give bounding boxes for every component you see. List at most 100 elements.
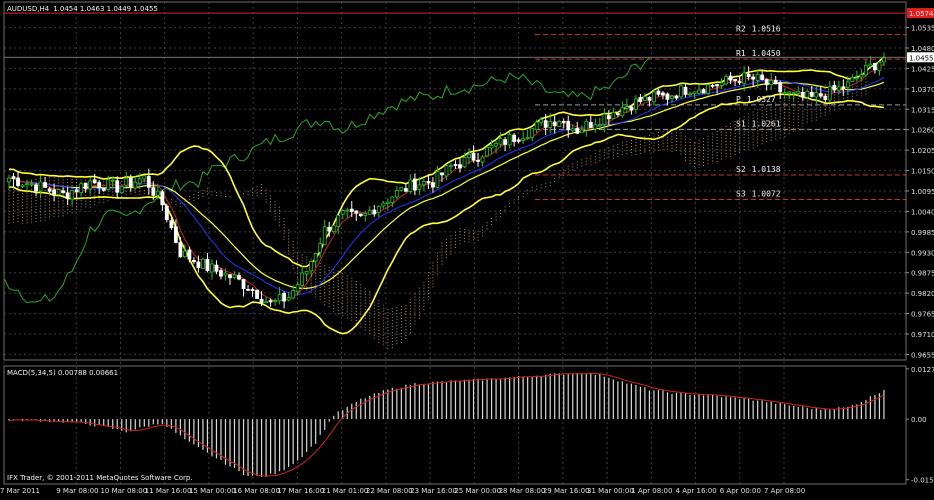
pivot-value: 1.0327 — [747, 95, 776, 104]
candle-body — [34, 184, 38, 192]
candle-body — [873, 62, 877, 71]
x-tick-label: 7 Mar 2011 — [0, 487, 40, 495]
candle-body — [291, 290, 296, 299]
candle-body — [800, 92, 805, 98]
candle — [552, 115, 557, 134]
candle-body — [115, 180, 120, 193]
candle — [778, 80, 783, 100]
x-tick-label: 7 Apr 08:00 — [764, 487, 805, 495]
candle-body — [56, 189, 61, 195]
candle-body — [394, 190, 399, 198]
candle — [800, 87, 805, 101]
x-tick-label: 22 Mar 08:00 — [366, 487, 413, 495]
candle-body — [440, 172, 444, 176]
candle-body — [489, 144, 494, 149]
candle — [363, 211, 368, 222]
candle-body — [588, 122, 593, 128]
candle-body — [570, 128, 575, 132]
candle — [877, 61, 882, 76]
candle — [65, 186, 70, 205]
y-tick-label: 0.9710 — [911, 331, 934, 339]
candle-body — [29, 183, 34, 186]
candle — [873, 62, 877, 74]
candle-body — [70, 189, 75, 200]
candle-body — [444, 165, 449, 177]
y-tick-label: 1.0040 — [911, 208, 934, 216]
candle — [358, 213, 363, 218]
candle-body — [670, 95, 674, 99]
x-tick-label: 17 Mar 16:00 — [277, 487, 324, 495]
candle — [629, 105, 634, 115]
candle — [449, 163, 453, 173]
candle-body — [498, 137, 503, 145]
candle-body — [363, 212, 368, 216]
candle — [241, 278, 246, 297]
candle-body — [38, 181, 43, 192]
candle-body — [210, 263, 214, 273]
candle — [237, 272, 241, 281]
candle-body — [435, 171, 440, 188]
candle-body — [16, 177, 20, 186]
candle — [408, 174, 413, 195]
candle-body — [228, 274, 232, 279]
candle-body — [764, 79, 769, 86]
candle-body — [92, 179, 97, 184]
candle — [751, 73, 756, 88]
candle-body — [516, 139, 521, 142]
candle — [79, 181, 84, 197]
candle — [367, 206, 372, 215]
y-tick-label: 0.9655 — [911, 351, 934, 359]
candle-body — [701, 89, 706, 94]
candle-body — [512, 134, 517, 142]
candle-body — [408, 179, 413, 192]
candle — [29, 180, 34, 187]
candle-body — [187, 249, 192, 260]
candle-body — [431, 182, 435, 188]
candle-body — [286, 297, 291, 301]
y-tick-label: 1.0205 — [911, 147, 934, 155]
candle — [674, 94, 679, 100]
candle-body — [196, 261, 201, 269]
candle-body — [169, 220, 174, 228]
candle-body — [88, 180, 93, 190]
candle — [394, 186, 399, 200]
x-tick-label: 29 Mar 16:00 — [543, 487, 590, 495]
y-tick-label: 0.9820 — [911, 290, 934, 298]
candle-body — [733, 79, 738, 81]
candle — [724, 73, 728, 86]
candle-body — [268, 300, 273, 303]
candle — [593, 118, 598, 133]
candle-body — [485, 147, 489, 157]
chart-canvas[interactable]: 1.0535 1.0480 1.0425 1.0370 1.0315 1.0260 1.02… — [0, 0, 934, 496]
macd-y-tick-label: 0.00 — [911, 416, 927, 424]
candle — [205, 252, 210, 273]
candle — [458, 158, 462, 173]
chart-window[interactable]: 1.0535 1.0480 1.0425 1.0370 1.0315 1.0260 1.02… — [0, 0, 934, 496]
y-tick-label: 1.0425 — [911, 65, 934, 73]
candle — [16, 170, 20, 188]
candle-body — [381, 202, 386, 207]
candle-body — [160, 191, 165, 206]
candle-body — [633, 98, 638, 110]
candle-body — [809, 92, 814, 97]
candle — [210, 259, 214, 280]
candle-body — [403, 188, 408, 192]
candle — [868, 56, 873, 68]
candle-body — [412, 178, 417, 191]
candle-body — [471, 152, 476, 161]
candle-body — [47, 188, 52, 192]
y-tick-label: 1.0315 — [911, 106, 934, 114]
candle-body — [818, 93, 823, 97]
candle-body — [106, 179, 111, 190]
candle-body — [597, 124, 602, 126]
candle — [620, 101, 625, 118]
macd-y-tick-label: 0.01278 — [911, 366, 934, 374]
y-tick-label: 1.0150 — [911, 168, 934, 176]
pivot-value: 1.0261 — [752, 119, 781, 128]
candle-body — [453, 164, 458, 166]
y-tick-label: 1.0535 — [911, 25, 934, 33]
candle-body — [255, 289, 259, 299]
macd-y-tick-label: -0.0154 — [911, 477, 934, 485]
candle-body — [548, 121, 553, 128]
pivot-name: P — [736, 95, 741, 104]
